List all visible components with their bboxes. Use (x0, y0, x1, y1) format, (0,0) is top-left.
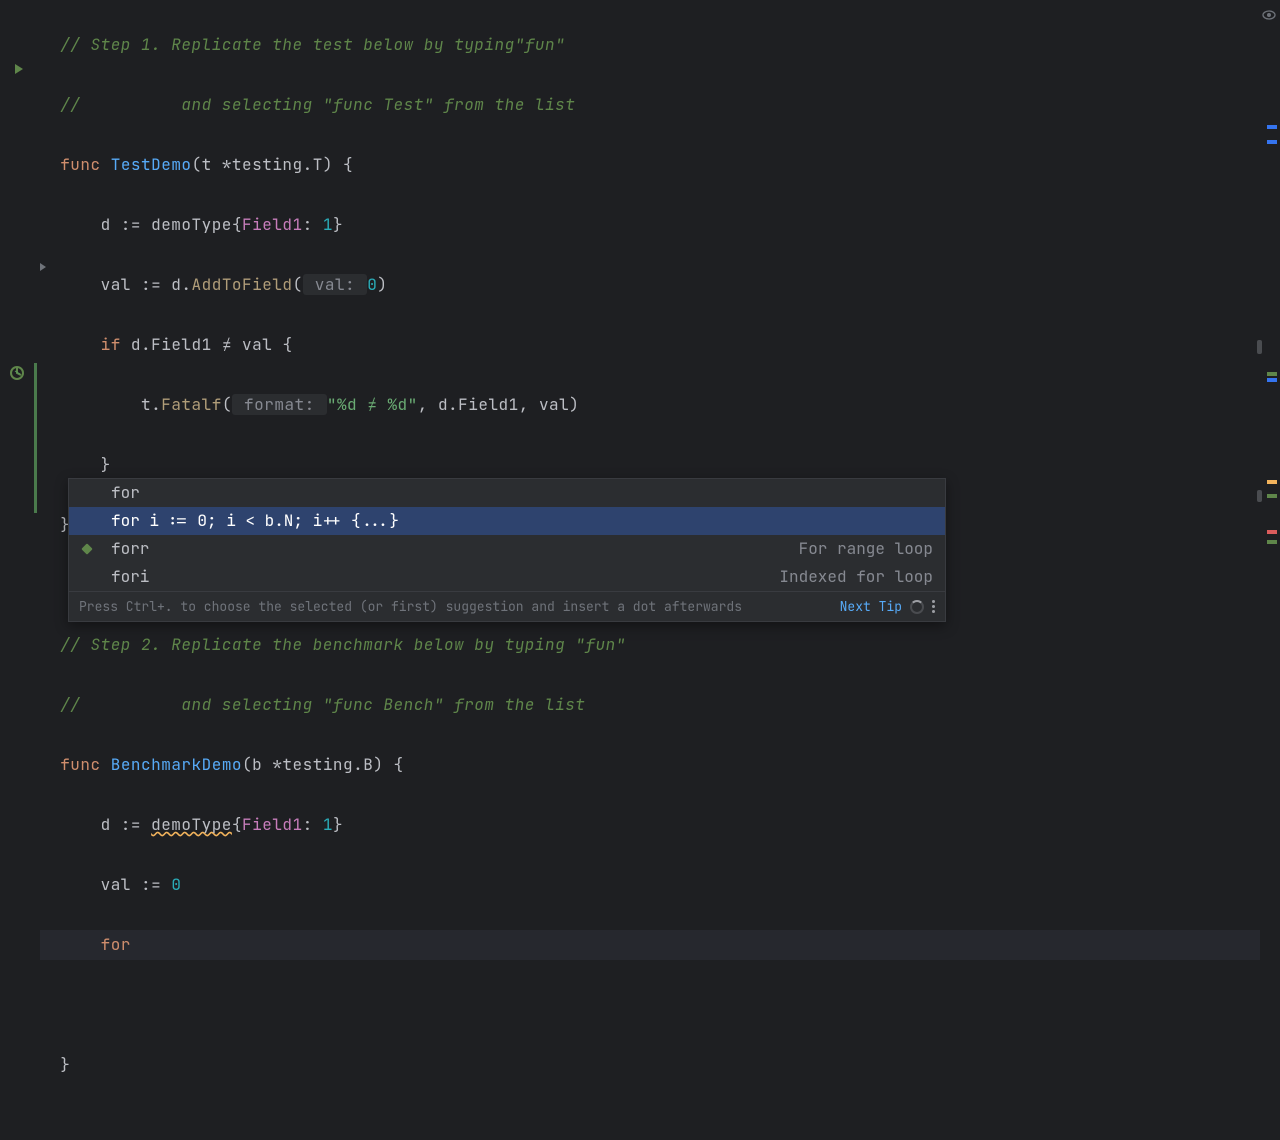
autocomplete-popup[interactable]: forfor i := 0; i < b.N; i++ {...}forr For… (68, 478, 946, 622)
number: 1 (323, 814, 333, 835)
error-stripe-marker[interactable] (1267, 378, 1277, 382)
scrollbar-thumb[interactable] (1257, 490, 1262, 502)
code-text: d.Field1 (121, 334, 212, 355)
brace: } (333, 214, 343, 235)
identifier: val (242, 334, 272, 355)
brace: } (60, 1054, 70, 1075)
brace: } (333, 814, 343, 835)
footer-tip: Press Ctrl+. to choose the selected (or … (79, 598, 742, 615)
autocomplete-item[interactable]: forr For range loop (69, 535, 945, 563)
typed-text: for (101, 934, 131, 955)
method-name: Fatalf (161, 394, 222, 415)
more-options-icon[interactable] (932, 600, 935, 613)
error-stripe-marker[interactable] (1267, 372, 1277, 376)
comment: // and selecting "func Test" from the li… (60, 94, 575, 115)
number: 0 (171, 874, 181, 895)
autocomplete-item[interactable]: for (69, 479, 945, 507)
signature: (b *testing.B) { (242, 754, 404, 775)
autocomplete-footer: Press Ctrl+. to choose the selected (or … (69, 591, 945, 621)
autocomplete-item-label: for i := 0; i < b.N; i++ {...} (111, 507, 399, 535)
type-name: demoType (151, 814, 232, 835)
loading-spinner-icon (910, 600, 924, 614)
autocomplete-list[interactable]: forfor i := 0; i < b.N; i++ {...}forr For… (69, 479, 945, 591)
keyword: func (60, 154, 100, 175)
live-template-icon (81, 543, 92, 554)
brace: { (272, 334, 292, 355)
args: , d.Field1, val) (418, 394, 580, 415)
autocomplete-item[interactable]: for i := 0; i < b.N; i++ {...} (69, 507, 945, 535)
param-hint: val: (303, 274, 368, 295)
code-text: d := (60, 214, 151, 235)
autocomplete-item-label: for (111, 479, 140, 507)
error-stripe-marker[interactable] (1267, 140, 1277, 144)
method-name: AddToField (192, 274, 293, 295)
type-name: demoType (151, 214, 232, 235)
code-text: t. (60, 394, 161, 415)
autocomplete-item-label: forr (111, 535, 149, 563)
autocomplete-item-hint: Indexed for loop (779, 563, 933, 591)
comment: // and selecting "func Bench" from the l… (60, 694, 585, 715)
signature: (t *testing.T) { (192, 154, 354, 175)
code-text: d := (60, 814, 151, 835)
brace: } (60, 454, 111, 475)
error-stripe-marker[interactable] (1267, 494, 1277, 498)
error-stripe-marker[interactable] (1267, 540, 1277, 544)
next-tip-link[interactable]: Next Tip (840, 598, 902, 615)
operator: ≠ (212, 334, 242, 355)
keyword: if (101, 334, 121, 355)
field-name: Field1 (242, 214, 303, 235)
code-text: val := d. (60, 274, 191, 295)
paren: ) (377, 274, 387, 295)
error-stripe-marker[interactable] (1267, 480, 1277, 484)
param-hint: format: (232, 394, 327, 415)
inspections-eye-icon[interactable] (1262, 6, 1276, 27)
overview-ruler[interactable] (1262, 0, 1280, 720)
func-name: TestDemo (111, 154, 192, 175)
autocomplete-item[interactable]: fori Indexed for loop (69, 563, 945, 591)
number: 1 (323, 214, 333, 235)
number: 0 (367, 274, 377, 295)
error-stripe-marker[interactable] (1267, 530, 1277, 534)
comment: // Step 2. Replicate the benchmark below… (60, 634, 626, 655)
func-name: BenchmarkDemo (111, 754, 242, 775)
autocomplete-item-hint: For range loop (799, 535, 933, 563)
scrollbar-thumb[interactable] (1257, 340, 1262, 354)
error-stripe-marker[interactable] (1267, 125, 1277, 129)
code-text: val := (60, 874, 171, 895)
field-name: Field1 (242, 814, 303, 835)
comment: // Step 1. Replicate the test below by t… (60, 34, 565, 55)
keyword: func (60, 754, 100, 775)
string: "%d ≠ %d" (327, 394, 418, 415)
autocomplete-item-label: fori (111, 563, 149, 591)
